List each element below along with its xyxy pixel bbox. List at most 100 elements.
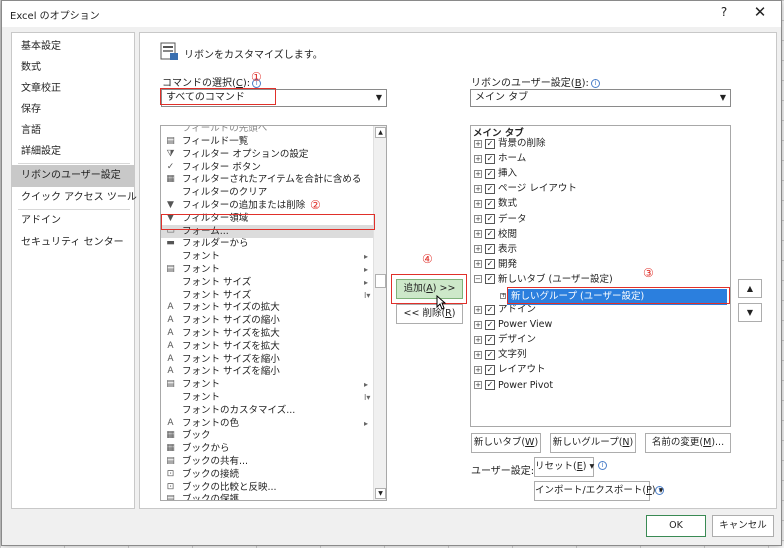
selected-group[interactable]: 新しいグループ (ユーザー設定) (507, 289, 727, 305)
nav-item-save[interactable]: 保存 (12, 99, 134, 121)
checkbox[interactable]: ✓ (485, 214, 495, 224)
add-button[interactable]: 追加(A) >> (396, 279, 463, 299)
nav-item-trust-center[interactable]: セキュリティ センター (12, 232, 134, 254)
tree-item[interactable]: + ✓ レイアウト (474, 362, 546, 377)
ok-button[interactable]: OK (646, 515, 706, 537)
scroll-down-icon[interactable]: ▼ (375, 488, 386, 499)
list-item[interactable]: ✓ フィルター ボタン (161, 161, 374, 174)
checkbox[interactable]: ✓ (485, 183, 495, 194)
nav-item-proofing[interactable]: 文章校正 (12, 78, 134, 100)
scroll-thumb[interactable] (375, 274, 386, 288)
list-item[interactable]: フォント サイズ ▸ (161, 276, 374, 289)
remove-button[interactable]: << 削除(R) (396, 304, 463, 324)
checkbox[interactable]: ✓ (485, 153, 495, 164)
checkbox[interactable]: ✓ (485, 304, 495, 315)
checkbox[interactable]: ✓ (485, 380, 495, 390)
tree-item[interactable]: − ✓ 新しいタブ (ユーザー設定) (474, 272, 613, 287)
expand-icon[interactable]: + (474, 184, 482, 193)
list-item[interactable]: A フォント サイズの縮小 (161, 314, 374, 327)
list-item[interactable]: ▦ ブックから (161, 442, 374, 455)
nav-item-general[interactable]: 基本設定 (12, 36, 134, 58)
new-tab-button[interactable]: 新しいタブ(W) (471, 433, 541, 453)
commands-list[interactable]: フィールドの先頭へ ▤ フィールド一覧 ⧩ フィルター オプションの設定 ✓ フィルター … (160, 125, 387, 501)
checkbox[interactable]: ✓ (485, 319, 495, 330)
tree-item[interactable]: + ✓ 開発 (474, 257, 517, 272)
nav-item-addins[interactable]: アドイン (12, 210, 134, 232)
nav-item-language[interactable]: 言語 (12, 120, 134, 142)
list-item[interactable]: フォントのカスタマイズ... (161, 404, 374, 417)
expand-icon[interactable]: + (474, 199, 482, 208)
list-item[interactable]: フォント ▸ (161, 250, 374, 263)
tree-item[interactable]: + ✓ データ (474, 212, 527, 227)
close-icon[interactable]: ✕ (750, 3, 770, 21)
list-item[interactable]: ▼ フィルターの追加または削除 (161, 199, 374, 212)
cancel-button[interactable]: キャンセル (712, 515, 774, 537)
nav-item-formulas[interactable]: 数式 (12, 57, 134, 79)
tree-item[interactable]: + ✓ 表示 (474, 242, 517, 257)
list-item[interactable]: ▤ ブックの保護 (161, 493, 374, 500)
list-item[interactable]: ⊡ ブックの接続 (161, 468, 374, 481)
tree-item[interactable]: + ✓ 校閲 (474, 227, 517, 242)
tree-item[interactable]: + ✓ ホーム (474, 151, 526, 166)
expand-icon[interactable]: + (474, 215, 482, 223)
tree-item[interactable]: + ✓ Power Pivot (474, 378, 553, 393)
list-item[interactable]: ▤ ブックの共有... (161, 455, 374, 468)
expand-icon[interactable]: + (474, 230, 482, 239)
list-item[interactable]: フィルターのクリア (161, 186, 374, 199)
tree-item[interactable]: + ✓ デザイン (474, 332, 536, 347)
list-item[interactable]: ▭ フォーム... (161, 224, 374, 238)
list-item[interactable]: A フォント サイズを拡大 (161, 340, 374, 353)
tree-item[interactable]: + ✓ 背景の削除 (474, 136, 546, 151)
list-item[interactable]: フォント サイズ I▾ (161, 289, 374, 302)
new-group-button[interactable]: 新しいグループ(N) (550, 433, 636, 453)
scroll-up-icon[interactable]: ▲ (375, 127, 386, 138)
list-item[interactable]: ▬ フォルダーから (161, 237, 374, 250)
expand-icon[interactable]: + (474, 305, 482, 314)
expand-icon[interactable]: + (474, 350, 482, 359)
checkbox[interactable]: ✓ (485, 198, 495, 209)
help-icon[interactable]: ? (716, 5, 732, 19)
checkbox[interactable]: ✓ (485, 244, 495, 255)
expand-icon[interactable]: + (474, 169, 482, 178)
commands-scrollbar[interactable]: ▲ ▼ (373, 126, 386, 500)
tree-item[interactable]: + ✓ 数式 (474, 196, 517, 211)
tree-item[interactable]: + ✓ 文字列 (474, 347, 527, 362)
list-item[interactable]: ▤ フォント ▸ (161, 263, 374, 276)
commands-select[interactable]: すべてのコマンド ▼ (161, 89, 387, 107)
list-item[interactable]: A フォント サイズを縮小 (161, 365, 374, 378)
list-item[interactable]: ▦ フィルターされたアイテムを合計に含める (161, 173, 374, 186)
checkbox[interactable]: ✓ (485, 349, 495, 360)
move-up-button[interactable]: ▲ (738, 279, 762, 298)
list-item[interactable]: A フォント サイズの拡大 (161, 301, 374, 314)
expand-icon[interactable]: + (474, 245, 482, 254)
list-item[interactable]: ▦ ブック (161, 429, 374, 442)
expand-icon[interactable]: + (474, 335, 482, 344)
expand-icon[interactable]: + (474, 381, 482, 389)
nav-item-advanced[interactable]: 詳細設定 (12, 141, 134, 163)
checkbox[interactable]: ✓ (485, 138, 495, 149)
list-item[interactable]: ▼ フィルター領域 (161, 212, 374, 225)
move-down-button[interactable]: ▼ (738, 303, 762, 322)
checkbox[interactable]: ✓ (485, 334, 495, 345)
tree-item[interactable]: + ✓ ページ レイアウト (474, 181, 577, 196)
expand-icon[interactable]: + (474, 260, 482, 269)
checkbox[interactable]: ✓ (485, 274, 495, 285)
ribbon-tree[interactable]: メイン タブ + ✓ 背景の削除 + ✓ ホーム + ✓ 挿入 + ✓ ページ レイアウト + ✓ 数式 + ✓… (470, 125, 731, 427)
tree-item[interactable]: + ✓ Power View (474, 317, 552, 332)
expand-icon[interactable]: + (474, 365, 482, 374)
rename-button[interactable]: 名前の変更(M)... (645, 433, 731, 453)
checkbox[interactable]: ✓ (485, 259, 495, 270)
list-item[interactable]: A フォント サイズを拡大 (161, 327, 374, 340)
list-item[interactable]: ⊡ ブックの比較と反映... (161, 481, 374, 494)
list-item[interactable]: ▤ フィールド一覧 (161, 135, 374, 148)
reset-button[interactable]: リセット(E) ▾ (534, 457, 594, 477)
nav-item-customize-ribbon[interactable]: リボンのユーザー設定 (12, 165, 134, 187)
list-item[interactable]: A フォントの色 ▸ (161, 417, 374, 430)
expand-icon[interactable]: + (474, 139, 482, 148)
list-item[interactable]: ▤ フォント ▸ (161, 378, 374, 391)
list-item[interactable]: ⧩ フィルター オプションの設定 (161, 148, 374, 161)
expand-icon[interactable]: + (474, 320, 482, 329)
collapse-icon[interactable]: − (474, 275, 482, 284)
list-item[interactable]: フィールドの先頭へ (161, 126, 374, 135)
checkbox[interactable]: ✓ (485, 168, 495, 179)
